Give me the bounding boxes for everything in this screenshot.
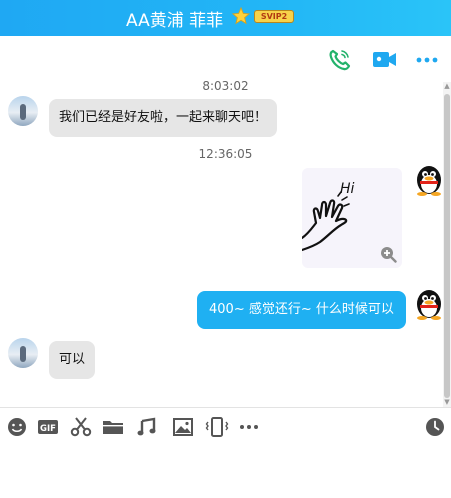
- title-bar: AA黄浦 菲菲 SVIP2: [0, 0, 451, 36]
- zoom-icon[interactable]: [379, 245, 397, 263]
- music-icon[interactable]: [136, 417, 158, 437]
- folder-icon[interactable]: [102, 417, 124, 437]
- scroll-up-arrow[interactable]: ▲: [444, 82, 450, 90]
- avatar[interactable]: [8, 96, 38, 126]
- scrollbar-thumb[interactable]: [444, 94, 450, 398]
- scroll-down-arrow[interactable]: ▼: [444, 398, 450, 406]
- more-icon[interactable]: [414, 48, 440, 72]
- image-icon[interactable]: [172, 417, 194, 437]
- avatar[interactable]: [413, 286, 445, 320]
- gif-label: GIF: [40, 424, 56, 434]
- history-icon[interactable]: [424, 417, 446, 437]
- message-bubble[interactable]: 我们已经是好友啦，一起来聊天吧！: [49, 99, 278, 137]
- message-bubble[interactable]: 可以: [49, 341, 96, 379]
- image-caption: Hi: [340, 181, 355, 197]
- svip-badge: SVIP2: [254, 10, 294, 23]
- message-timestamp: 12:36:05: [198, 147, 253, 161]
- message-bubble[interactable]: 400~ 感觉还行~ 什么时候可以: [197, 291, 406, 329]
- emoji-icon[interactable]: [6, 417, 28, 437]
- chat-title: AA黄浦 菲菲: [126, 11, 224, 31]
- gif-icon[interactable]: GIF: [37, 417, 59, 437]
- image-message[interactable]: Hi: [302, 168, 402, 268]
- video-call-icon[interactable]: [371, 48, 397, 72]
- more-icon[interactable]: [238, 417, 260, 437]
- input-divider: [0, 407, 451, 408]
- scissors-icon[interactable]: [70, 417, 92, 437]
- message-timestamp: 8:03:02: [202, 79, 249, 93]
- shake-icon[interactable]: [205, 417, 229, 437]
- phone-icon[interactable]: [327, 48, 353, 72]
- avatar[interactable]: [413, 162, 445, 196]
- star-icon: [232, 7, 250, 25]
- message-input[interactable]: [0, 445, 451, 498]
- avatar[interactable]: [8, 338, 38, 368]
